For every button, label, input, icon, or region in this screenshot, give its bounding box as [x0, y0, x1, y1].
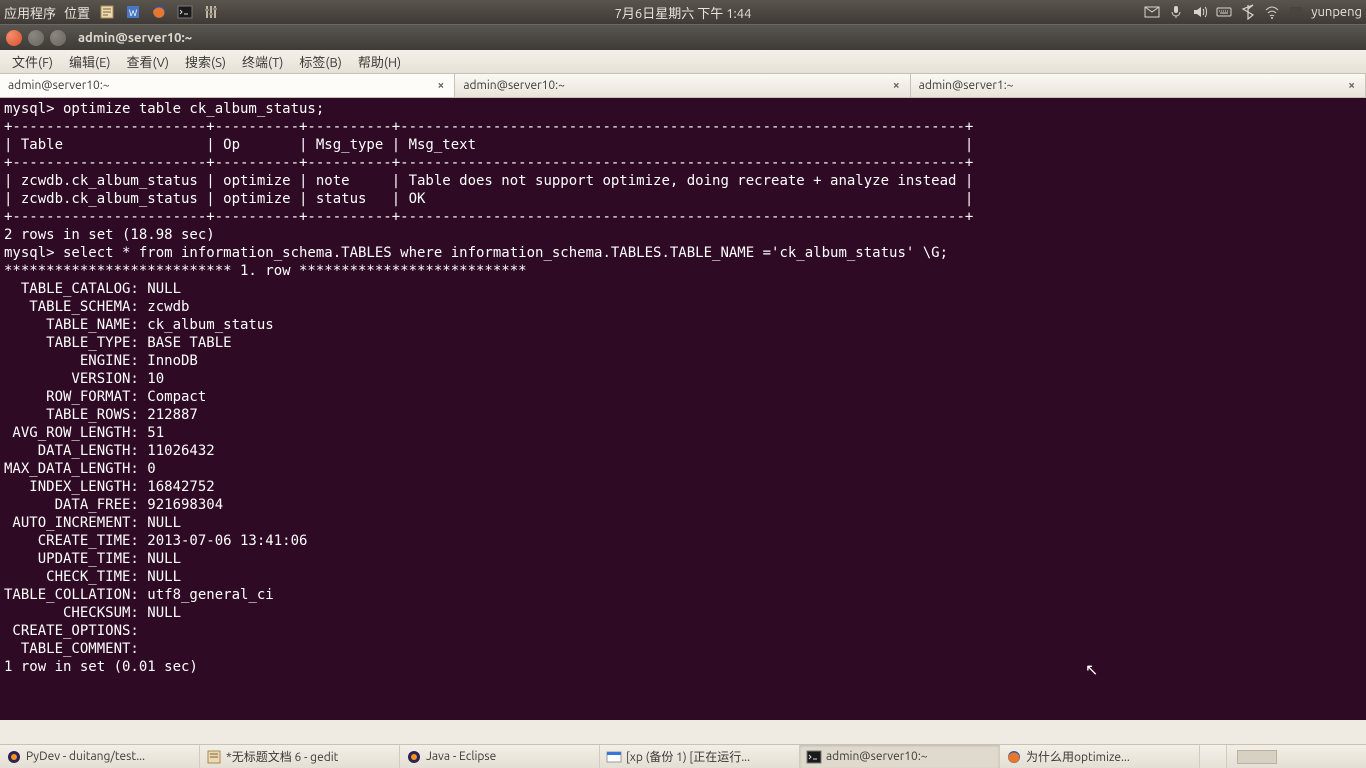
menu-terminal[interactable]: 终端(T): [234, 52, 291, 71]
panel-clock[interactable]: 7月6日星期六 下午 1:44: [615, 3, 752, 22]
mail-icon[interactable]: [1143, 3, 1161, 21]
tab-close-icon[interactable]: ×: [891, 79, 902, 92]
terminal-line: DATA_FREE: 921698304: [4, 496, 1362, 514]
tabbar: admin@server10:~ × admin@server10:~ × ad…: [0, 74, 1366, 98]
terminal-line: +-----------------------+----------+----…: [4, 154, 1362, 172]
terminal-tab-3[interactable]: admin@server1:~ ×: [911, 74, 1366, 97]
keyboard-icon[interactable]: [1215, 3, 1233, 21]
terminal-line: CREATE_TIME: 2013-07-06 13:41:06: [4, 532, 1362, 550]
terminal-line: CHECK_TIME: NULL: [4, 568, 1362, 586]
volume-icon[interactable]: [1191, 3, 1209, 21]
terminal-line: +-----------------------+----------+----…: [4, 118, 1362, 136]
firefox-icon: [1006, 749, 1022, 765]
terminal-line: mysql> optimize table ck_album_status;: [4, 100, 1362, 118]
task-vm[interactable]: [xp (备份 1) [正在运行...: [600, 745, 800, 768]
terminal-line: CHECKSUM: NULL: [4, 604, 1362, 622]
window-maximize-button[interactable]: [50, 30, 66, 46]
terminal-line: TABLE_NAME: ck_album_status: [4, 316, 1362, 334]
terminal-line: 2 rows in set (18.98 sec): [4, 226, 1362, 244]
chat-icon[interactable]: [1287, 3, 1305, 21]
eclipse-icon: [406, 749, 422, 765]
window-close-button[interactable]: [6, 30, 22, 46]
terminal-line: ENGINE: InnoDB: [4, 352, 1362, 370]
terminal-line: VERSION: 10: [4, 370, 1362, 388]
task-label: *无标题文档 6 - gedit: [226, 748, 338, 765]
svg-text:W: W: [129, 8, 138, 18]
workspace-switcher[interactable]: [1237, 750, 1277, 764]
menu-tabs[interactable]: 标签(B): [291, 52, 349, 71]
terminal-line: mysql> select * from information_schema.…: [4, 244, 1362, 262]
terminal-tab-2[interactable]: admin@server10:~ ×: [455, 74, 910, 97]
terminal-tab-1[interactable]: admin@server10:~ ×: [0, 74, 455, 97]
eclipse-icon: [6, 749, 22, 765]
apps-menu[interactable]: 应用程序: [4, 3, 56, 22]
launcher-settings-icon[interactable]: [202, 3, 220, 21]
menubar: 文件(F) 编辑(E) 查看(V) 搜索(S) 终端(T) 标签(B) 帮助(H…: [0, 50, 1366, 74]
terminal-line: | zcwdb.ck_album_status | optimize | not…: [4, 172, 1362, 190]
menu-file[interactable]: 文件(F): [4, 52, 61, 71]
task-label: [xp (备份 1) [正在运行...: [626, 748, 750, 765]
tab-close-icon[interactable]: ×: [436, 79, 447, 92]
tab-label: admin@server10:~: [8, 79, 110, 92]
gedit-icon: [206, 749, 222, 765]
terminal-line: DATA_LENGTH: 11026432: [4, 442, 1362, 460]
terminal-line: TABLE_SCHEMA: zcwdb: [4, 298, 1362, 316]
task-eclipse[interactable]: Java - Eclipse: [400, 745, 600, 768]
terminal-line: +-----------------------+----------+----…: [4, 208, 1362, 226]
terminal-line: UPDATE_TIME: NULL: [4, 550, 1362, 568]
launcher-firefox-icon[interactable]: [150, 3, 168, 21]
task-label: admin@server10:~: [826, 750, 928, 763]
terminal-line: 1 row in set (0.01 sec): [4, 658, 1362, 676]
tab-label: admin@server1:~: [919, 79, 1014, 92]
terminal-line: TABLE_TYPE: BASE TABLE: [4, 334, 1362, 352]
task-terminal[interactable]: admin@server10:~: [800, 745, 1000, 768]
task-firefox[interactable]: 为什么用optimize...: [1000, 745, 1200, 768]
terminal-line: CREATE_OPTIONS:: [4, 622, 1362, 640]
terminal-output[interactable]: mysql> optimize table ck_album_status;+-…: [0, 98, 1366, 720]
window-minimize-button[interactable]: [28, 30, 44, 46]
terminal-line: TABLE_CATALOG: NULL: [4, 280, 1362, 298]
bluetooth-icon[interactable]: [1239, 3, 1257, 21]
terminal-line: AUTO_INCREMENT: NULL: [4, 514, 1362, 532]
menu-view[interactable]: 查看(V): [119, 52, 177, 71]
task-pydev[interactable]: PyDev - duitang/test...: [0, 745, 200, 768]
launcher-terminal-icon[interactable]: [176, 3, 194, 21]
places-menu[interactable]: 位置: [64, 3, 90, 22]
menu-edit[interactable]: 编辑(E): [61, 52, 118, 71]
vm-icon: [606, 749, 622, 765]
task-label: 为什么用optimize...: [1026, 748, 1130, 765]
task-label: PyDev - duitang/test...: [26, 750, 145, 763]
terminal-line: INDEX_LENGTH: 16842752: [4, 478, 1362, 496]
terminal-line: *************************** 1. row *****…: [4, 262, 1362, 280]
tab-close-icon[interactable]: ×: [1346, 79, 1357, 92]
window-title: admin@server10:~: [78, 31, 192, 45]
terminal-icon: [806, 749, 822, 765]
terminal-line: MAX_DATA_LENGTH: 0: [4, 460, 1362, 478]
terminal-line: TABLE_COMMENT:: [4, 640, 1362, 658]
terminal-line: TABLE_COLLATION: utf8_general_ci: [4, 586, 1362, 604]
terminal-line: ROW_FORMAT: Compact: [4, 388, 1362, 406]
launcher-doc-icon[interactable]: W: [124, 3, 142, 21]
window-titlebar[interactable]: admin@server10:~: [0, 24, 1366, 50]
tray-end: [1226, 745, 1366, 768]
terminal-line: | Table | Op | Msg_type | Msg_text |: [4, 136, 1362, 154]
terminal-line: AVG_ROW_LENGTH: 51: [4, 424, 1362, 442]
bottom-panel: PyDev - duitang/test... *无标题文档 6 - gedit…: [0, 744, 1366, 768]
menu-help[interactable]: 帮助(H): [350, 52, 409, 71]
terminal-line: | zcwdb.ck_album_status | optimize | sta…: [4, 190, 1362, 208]
terminal-line: TABLE_ROWS: 212887: [4, 406, 1362, 424]
mic-icon[interactable]: [1167, 3, 1185, 21]
task-gedit[interactable]: *无标题文档 6 - gedit: [200, 745, 400, 768]
top-panel: 应用程序 位置 W 7月6日星期六 下午 1:44 yunpeng: [0, 0, 1366, 24]
tab-label: admin@server10:~: [463, 79, 565, 92]
wifi-icon[interactable]: [1263, 3, 1281, 21]
launcher-gedit-icon[interactable]: [98, 3, 116, 21]
menu-search[interactable]: 搜索(S): [177, 52, 234, 71]
user-menu[interactable]: yunpeng: [1311, 5, 1362, 19]
task-label: Java - Eclipse: [426, 750, 496, 763]
